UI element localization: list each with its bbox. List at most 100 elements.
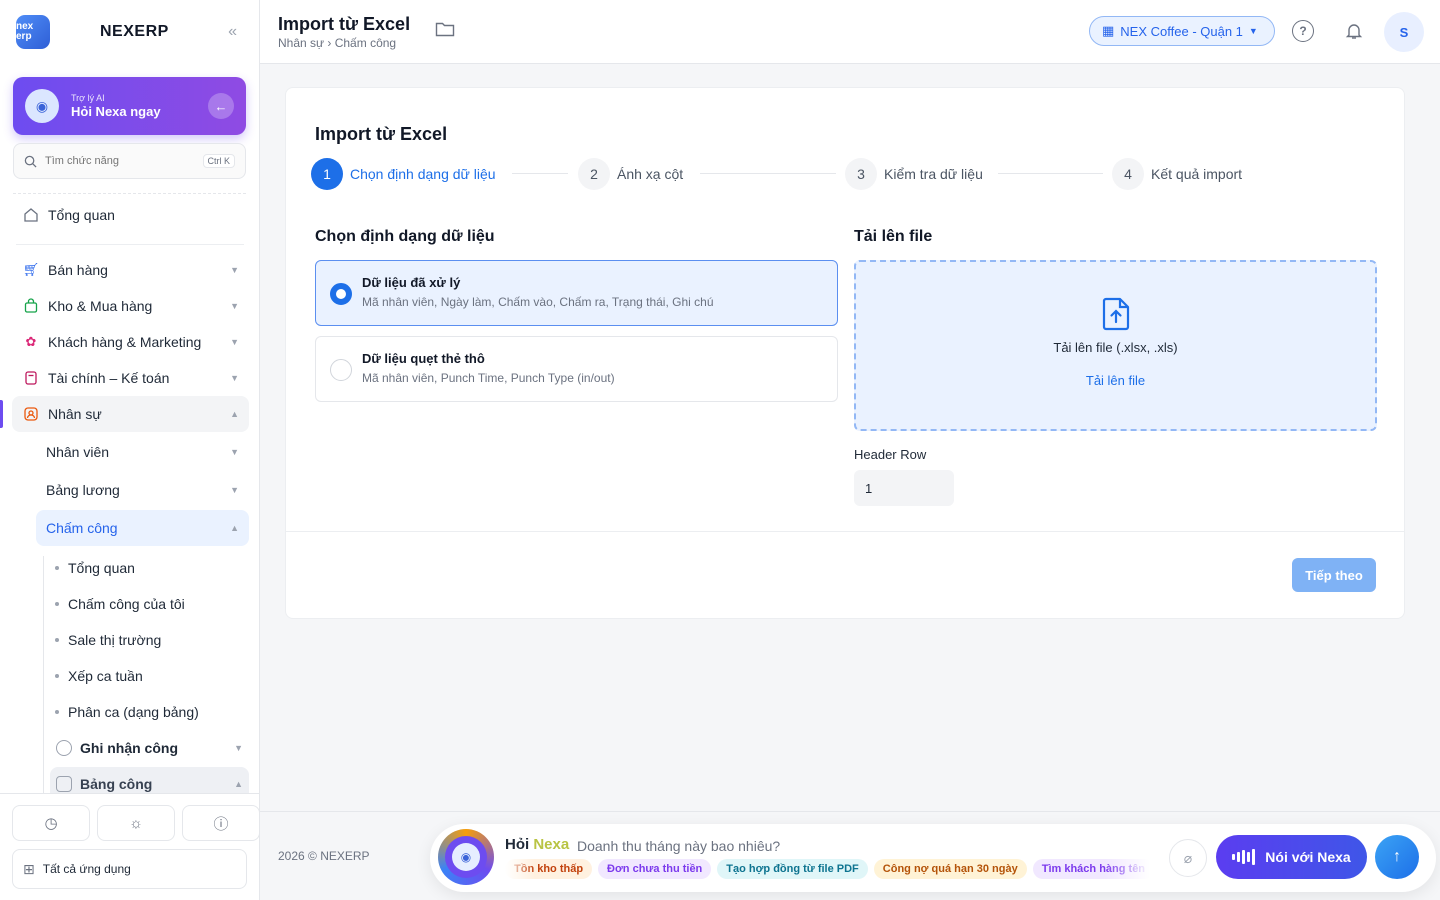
sidebar-leaf-label: Tổng quan xyxy=(68,560,135,576)
chevrons-left-icon[interactable]: « xyxy=(228,23,237,41)
theme-button[interactable]: ☼ xyxy=(97,805,175,841)
folder-icon[interactable] xyxy=(435,20,455,43)
ask-prefix: Hỏi xyxy=(505,836,534,853)
ai-card-title: Hỏi Nexa ngay xyxy=(71,104,161,119)
step-2[interactable]: 2 Ánh xạ cột xyxy=(578,158,683,190)
sidebar-item-label: Kho & Mua hàng xyxy=(48,298,153,314)
sidebar-leaf-label: Chấm công của tôi xyxy=(68,596,185,612)
active-indicator xyxy=(0,400,3,428)
sidebar-group-timesheet[interactable]: Bảng công ▲ xyxy=(50,767,249,793)
format-option-raw-punch[interactable]: Dữ liệu quẹt thẻ thô Mã nhân viên, Punch… xyxy=(315,336,838,402)
cart-icon: 🛒︎ xyxy=(22,262,40,277)
sun-icon: ☼ xyxy=(129,814,143,832)
radio-selected[interactable] xyxy=(330,283,352,305)
step-1[interactable]: 1 Chọn định dạng dữ liệu xyxy=(311,158,496,190)
next-button[interactable]: Tiếp theo xyxy=(1292,558,1376,592)
sidebar-item-sales[interactable]: 🛒︎ Bán hàng ▼ xyxy=(12,252,249,288)
sidebar-item-hr[interactable]: Nhân sự ▲ xyxy=(12,396,249,432)
sidebar-item-label: Nhân sự xyxy=(48,406,102,422)
divider xyxy=(286,531,1404,532)
step-4[interactable]: 4 Kết quả import xyxy=(1112,158,1242,190)
sidebar-group-label: Bảng công xyxy=(80,776,153,792)
home-icon xyxy=(22,206,40,224)
avatar[interactable]: S xyxy=(1384,12,1424,52)
chevron-up-icon: ▲ xyxy=(230,409,239,419)
arrow-left-icon[interactable]: ← xyxy=(208,93,234,119)
step-label: Kiểm tra dữ liệu xyxy=(884,166,983,182)
history-button[interactable]: ◷ xyxy=(12,805,90,841)
chevron-down-icon: ▼ xyxy=(1248,26,1258,36)
sidebar-leaf-field-sales[interactable]: Sale thị trường xyxy=(55,625,161,655)
step-number: 1 xyxy=(311,158,343,190)
suggestion-chip[interactable]: Công nợ quá hạn 30 ngày xyxy=(873,859,1027,879)
sidebar-sub-attendance[interactable]: Chấm công ▲ xyxy=(36,510,249,546)
ask-label: Hỏi Nexa xyxy=(505,836,569,853)
sidebar-item-inventory[interactable]: Kho & Mua hàng ▼ xyxy=(12,288,249,324)
suggestion-chip[interactable]: Tồn kho thấp xyxy=(505,859,593,879)
import-card: Import từ Excel 1 Chọn định dạng dữ liệu… xyxy=(285,87,1405,619)
chevron-up-icon: ▲ xyxy=(234,779,243,789)
brand-name: NEXERP xyxy=(100,23,169,40)
clock-icon xyxy=(56,740,72,756)
nexa-orb[interactable]: ◉ xyxy=(438,829,494,885)
store-selector[interactable]: ▦ NEX Coffee - Quận 1 ▼ xyxy=(1089,16,1275,46)
step-number: 2 xyxy=(578,158,610,190)
radio-unselected[interactable] xyxy=(330,359,352,381)
bell-icon[interactable] xyxy=(1341,18,1367,44)
sidebar-item-customers[interactable]: ✿ Khách hàng & Marketing ▼ xyxy=(12,324,249,360)
voice-label: Nói với Nexa xyxy=(1265,849,1351,865)
sidebar-leaf-shift-table[interactable]: Phân ca (dạng bảng) xyxy=(55,697,199,727)
help-icon[interactable]: ? xyxy=(1292,20,1314,42)
step-label: Kết quả import xyxy=(1151,166,1243,182)
sidebar-sub-label: Chấm công xyxy=(46,520,118,536)
store-icon: ▦ xyxy=(1102,23,1115,38)
sidebar-leaf-weekly-shifts[interactable]: Xếp ca tuần xyxy=(55,661,143,691)
attach-icon[interactable]: ⌀ xyxy=(1169,839,1207,877)
sidebar-item-label: Bán hàng xyxy=(48,262,108,278)
footer: 2026 © NEXERP ◉ Hỏi Nexa Doanh thu tháng… xyxy=(260,811,1440,900)
ai-question-input[interactable]: Doanh thu tháng này bao nhiêu? xyxy=(577,838,780,854)
ai-assistant-card[interactable]: ◉ Trợ lý AI Hỏi Nexa ngay ← xyxy=(13,77,246,135)
sidebar-leaf-my-attendance[interactable]: Chấm công của tôi xyxy=(55,589,185,619)
page-title: Import từ Excel xyxy=(278,14,411,34)
chevron-down-icon: ▼ xyxy=(230,337,239,347)
step-connector xyxy=(700,173,836,174)
search-icon xyxy=(24,155,37,168)
alert-icon: ⓘ xyxy=(213,815,229,833)
option-description: Mã nhân viên, Ngày làm, Chấm vào, Chấm r… xyxy=(362,295,714,309)
function-search: Ctrl K xyxy=(13,143,246,179)
sidebar-sub-employees[interactable]: Nhân viên ▼ xyxy=(36,434,249,470)
chevron-down-icon: ▼ xyxy=(234,743,243,753)
file-dropzone[interactable]: Tải lên file (.xlsx, .xls) Tải lên file xyxy=(854,260,1377,431)
header-row-input[interactable] xyxy=(854,470,954,506)
suggestion-chip[interactable]: Tìm khách hàng tên xyxy=(1032,859,1150,879)
step-3[interactable]: 3 Kiểm tra dữ liệu xyxy=(845,158,983,190)
step-number: 4 xyxy=(1112,158,1144,190)
brand-logo[interactable]: nex erp xyxy=(16,15,50,49)
sidebar-sub-label: Bảng lương xyxy=(46,482,120,498)
sidebar-leaf-overview[interactable]: Tổng quan xyxy=(55,553,135,583)
voice-button[interactable]: Nói với Nexa xyxy=(1216,835,1367,879)
suggestion-chip[interactable]: Đơn chưa thu tiền xyxy=(598,859,712,879)
search-input[interactable] xyxy=(45,155,185,167)
send-button[interactable]: ↑ xyxy=(1375,835,1419,879)
option-title: Dữ liệu quẹt thẻ thô xyxy=(362,351,485,366)
chevron-down-icon: ▼ xyxy=(230,485,239,495)
card-title: Import từ Excel xyxy=(315,124,448,144)
sidebar-item-finance[interactable]: Tài chính – Kế toán ▼ xyxy=(12,360,249,396)
sidebar-item-label: Khách hàng & Marketing xyxy=(48,334,202,350)
sidebar-sub-payroll[interactable]: Bảng lương ▼ xyxy=(36,472,249,508)
all-apps-button[interactable]: ⊞ Tất cả ứng dụng xyxy=(12,849,247,889)
sidebar-leaf-label: Xếp ca tuần xyxy=(68,668,143,684)
divider xyxy=(16,244,244,245)
format-option-processed[interactable]: Dữ liệu đã xử lý Mã nhân viên, Ngày làm,… xyxy=(315,260,838,326)
suggestion-chip[interactable]: Tạo hợp đồng từ file PDF xyxy=(717,859,868,879)
upload-link[interactable]: Tải lên file xyxy=(856,373,1375,388)
tree-guide-line xyxy=(43,556,44,793)
brand: nex erp NEXERP « xyxy=(0,0,259,64)
alert-button[interactable]: ⓘ xyxy=(182,805,260,841)
sidebar-item-overview[interactable]: Tổng quan xyxy=(12,197,249,233)
step-connector xyxy=(512,173,568,174)
sidebar-group-time-records[interactable]: Ghi nhận công ▼ xyxy=(50,731,249,765)
chevron-down-icon: ▼ xyxy=(230,265,239,275)
